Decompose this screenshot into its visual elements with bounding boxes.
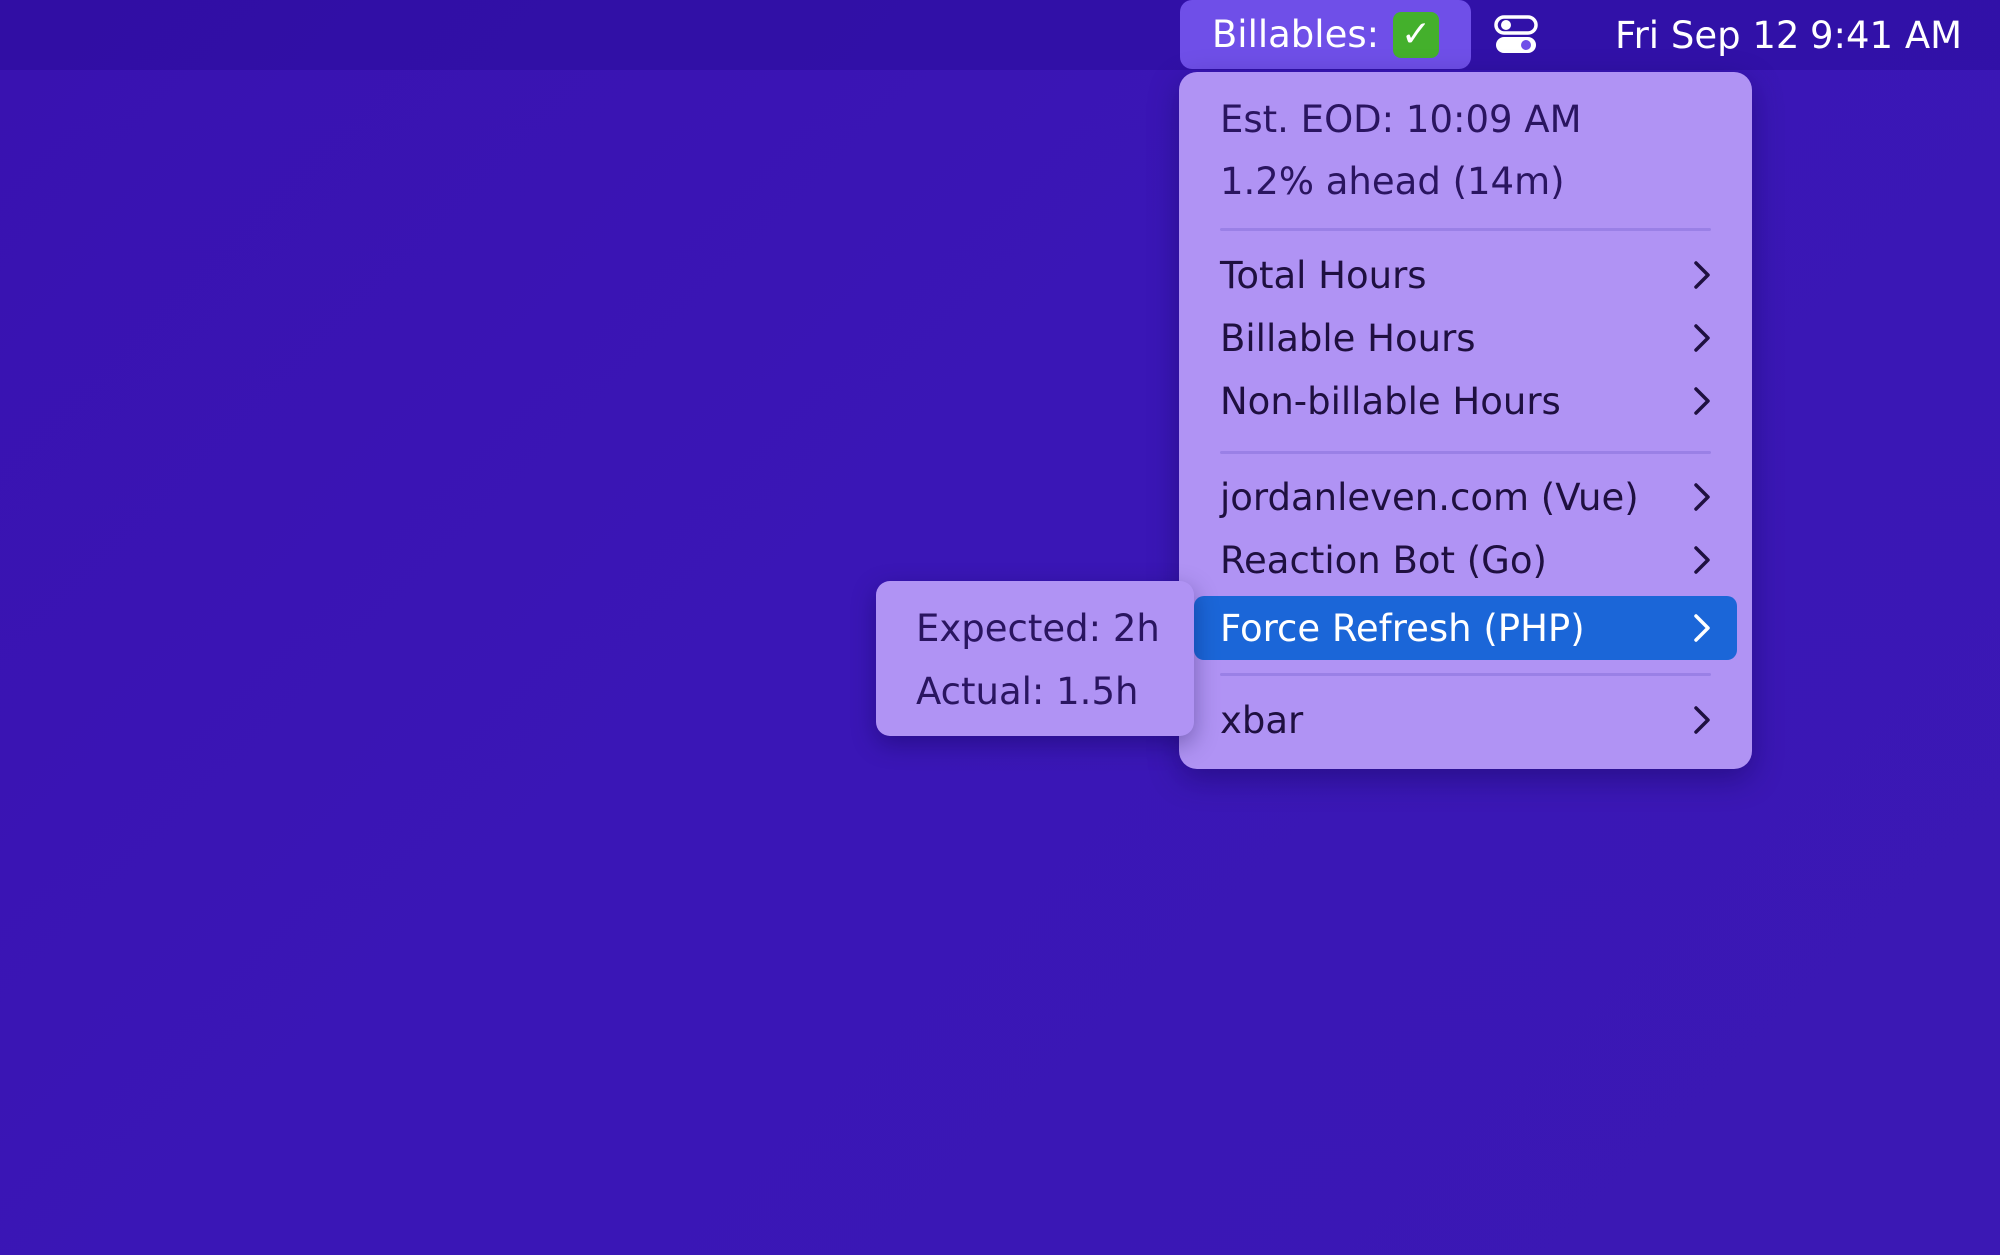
force-refresh-submenu: Expected: 2h Actual: 1.5h — [876, 581, 1194, 736]
menu-item-project-reaction-bot[interactable]: Reaction Bot (Go) — [1194, 528, 1737, 592]
chevron-right-icon — [1691, 259, 1713, 291]
menubar-date[interactable]: Fri Sep 12 — [1615, 0, 1799, 70]
billables-menubar-item[interactable]: Billables: ✓ — [1180, 0, 1471, 69]
menu-item-project-jordanleven[interactable]: jordanleven.com (Vue) — [1194, 465, 1737, 529]
menu-item-label: jordanleven.com (Vue) — [1220, 475, 1639, 519]
billables-label: Billables: — [1211, 13, 1380, 56]
submenu-item-actual: Actual: 1.5h — [916, 669, 1139, 713]
estimated-eod-item: Est. EOD: 10:09 AM — [1220, 97, 1582, 141]
menu-separator — [1220, 451, 1711, 454]
menu-item-non-billable-hours[interactable]: Non-billable Hours — [1194, 369, 1737, 433]
chevron-right-icon — [1691, 544, 1713, 576]
menu-item-label: Non-billable Hours — [1220, 379, 1561, 423]
chevron-right-icon — [1691, 322, 1713, 354]
chevron-right-icon — [1691, 481, 1713, 513]
menu-item-project-force-refresh[interactable]: Force Refresh (PHP) — [1194, 596, 1737, 660]
menubar-time[interactable]: 9:41 AM — [1810, 0, 1962, 70]
menu-separator — [1220, 228, 1711, 231]
toggle-switches-icon — [1494, 15, 1538, 53]
chevron-right-icon — [1691, 385, 1713, 417]
chevron-right-icon — [1691, 612, 1713, 644]
billables-dropdown-menu: Est. EOD: 10:09 AM 1.2% ahead (14m) Tota… — [1179, 72, 1752, 769]
menu-separator — [1220, 673, 1711, 676]
menu-item-label: Billable Hours — [1220, 316, 1476, 360]
pace-status-item: 1.2% ahead (14m) — [1220, 159, 1565, 203]
menu-item-label: Force Refresh (PHP) — [1220, 606, 1585, 650]
menu-item-label: xbar — [1220, 698, 1304, 742]
menu-item-billable-hours[interactable]: Billable Hours — [1194, 306, 1737, 370]
menu-item-xbar[interactable]: xbar — [1194, 688, 1737, 752]
control-center-button[interactable] — [1490, 0, 1542, 70]
menu-bar: Billables: ✓ Fri Sep 12 9:41 AM — [0, 0, 2000, 70]
green-checkmark-icon: ✓ — [1393, 11, 1440, 58]
menu-item-label: Total Hours — [1220, 253, 1427, 297]
menu-item-total-hours[interactable]: Total Hours — [1194, 243, 1737, 307]
chevron-right-icon — [1691, 704, 1713, 736]
submenu-item-expected: Expected: 2h — [916, 606, 1160, 650]
menu-item-label: Reaction Bot (Go) — [1220, 538, 1547, 582]
